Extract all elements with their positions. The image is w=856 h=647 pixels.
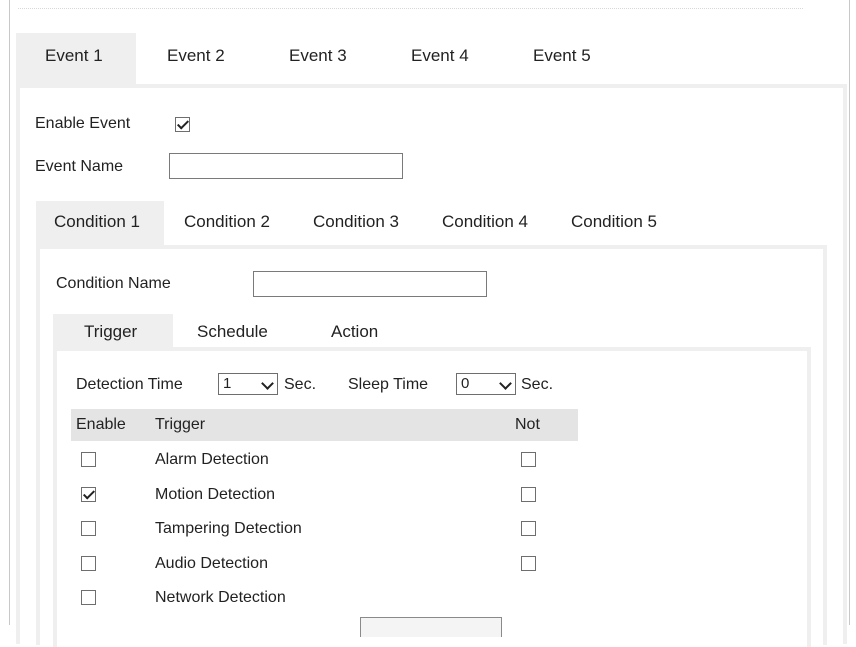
chevron-down-icon: [261, 377, 274, 390]
detection-time-unit: Sec.: [284, 376, 317, 393]
header-enable: Enable: [76, 416, 126, 433]
detection-time-label: Detection Time: [76, 376, 183, 393]
left-frame-border: [9, 0, 10, 625]
tampering-detection-not-checkbox[interactable]: [521, 521, 536, 536]
tab-schedule[interactable]: Schedule: [197, 314, 268, 350]
chevron-down-icon: [499, 377, 512, 390]
header-not: Not: [515, 416, 540, 433]
enable-event-checkbox[interactable]: [175, 117, 190, 132]
network-detection-enable-checkbox[interactable]: [81, 590, 96, 605]
detection-time-select[interactable]: 1: [218, 373, 278, 395]
tab-event-5[interactable]: Event 5: [533, 33, 591, 85]
tampering-detection-enable-checkbox[interactable]: [81, 521, 96, 536]
condition-name-input[interactable]: [253, 271, 487, 297]
table-row-tampering-detection: Tampering Detection: [155, 520, 302, 537]
alarm-detection-not-checkbox[interactable]: [521, 452, 536, 467]
sleep-time-select[interactable]: 0: [456, 373, 516, 395]
header-trigger: Trigger: [155, 416, 206, 433]
tab-condition-4[interactable]: Condition 4: [442, 201, 528, 247]
condition-name-label: Condition Name: [56, 275, 171, 292]
tab-action[interactable]: Action: [331, 314, 378, 350]
table-row-network-detection: Network Detection: [155, 589, 286, 606]
top-divider: [18, 8, 803, 9]
tab-condition-2[interactable]: Condition 2: [184, 201, 270, 247]
tab-event-3[interactable]: Event 3: [289, 33, 347, 85]
tab-condition-1[interactable]: Condition 1: [36, 201, 164, 247]
bottom-button[interactable]: [360, 617, 502, 637]
trigger-table-header: Enable Trigger Not: [71, 409, 578, 441]
table-row-audio-detection: Audio Detection: [155, 555, 268, 572]
event-name-label: Event Name: [35, 158, 124, 175]
right-frame-border: [849, 0, 850, 625]
sleep-time-value: 0: [461, 375, 470, 392]
tab-event-1[interactable]: Event 1: [16, 33, 136, 85]
audio-detection-enable-checkbox[interactable]: [81, 556, 96, 571]
enable-event-label: Enable Event: [35, 115, 131, 132]
table-row-motion-detection: Motion Detection: [155, 486, 276, 503]
tab-event-4[interactable]: Event 4: [411, 33, 469, 85]
motion-detection-enable-checkbox[interactable]: [81, 487, 96, 502]
sleep-time-label: Sleep Time: [348, 376, 429, 393]
alarm-detection-enable-checkbox[interactable]: [81, 452, 96, 467]
event-name-input[interactable]: [169, 153, 403, 179]
tab-trigger[interactable]: Trigger: [53, 314, 173, 350]
tab-condition-3[interactable]: Condition 3: [313, 201, 399, 247]
tab-event-2[interactable]: Event 2: [167, 33, 225, 85]
tab-condition-5[interactable]: Condition 5: [571, 201, 657, 247]
table-row-alarm-detection: Alarm Detection: [155, 451, 269, 468]
motion-detection-not-checkbox[interactable]: [521, 487, 536, 502]
sleep-time-unit: Sec.: [521, 376, 554, 393]
audio-detection-not-checkbox[interactable]: [521, 556, 536, 571]
detection-time-value: 1: [223, 375, 232, 392]
